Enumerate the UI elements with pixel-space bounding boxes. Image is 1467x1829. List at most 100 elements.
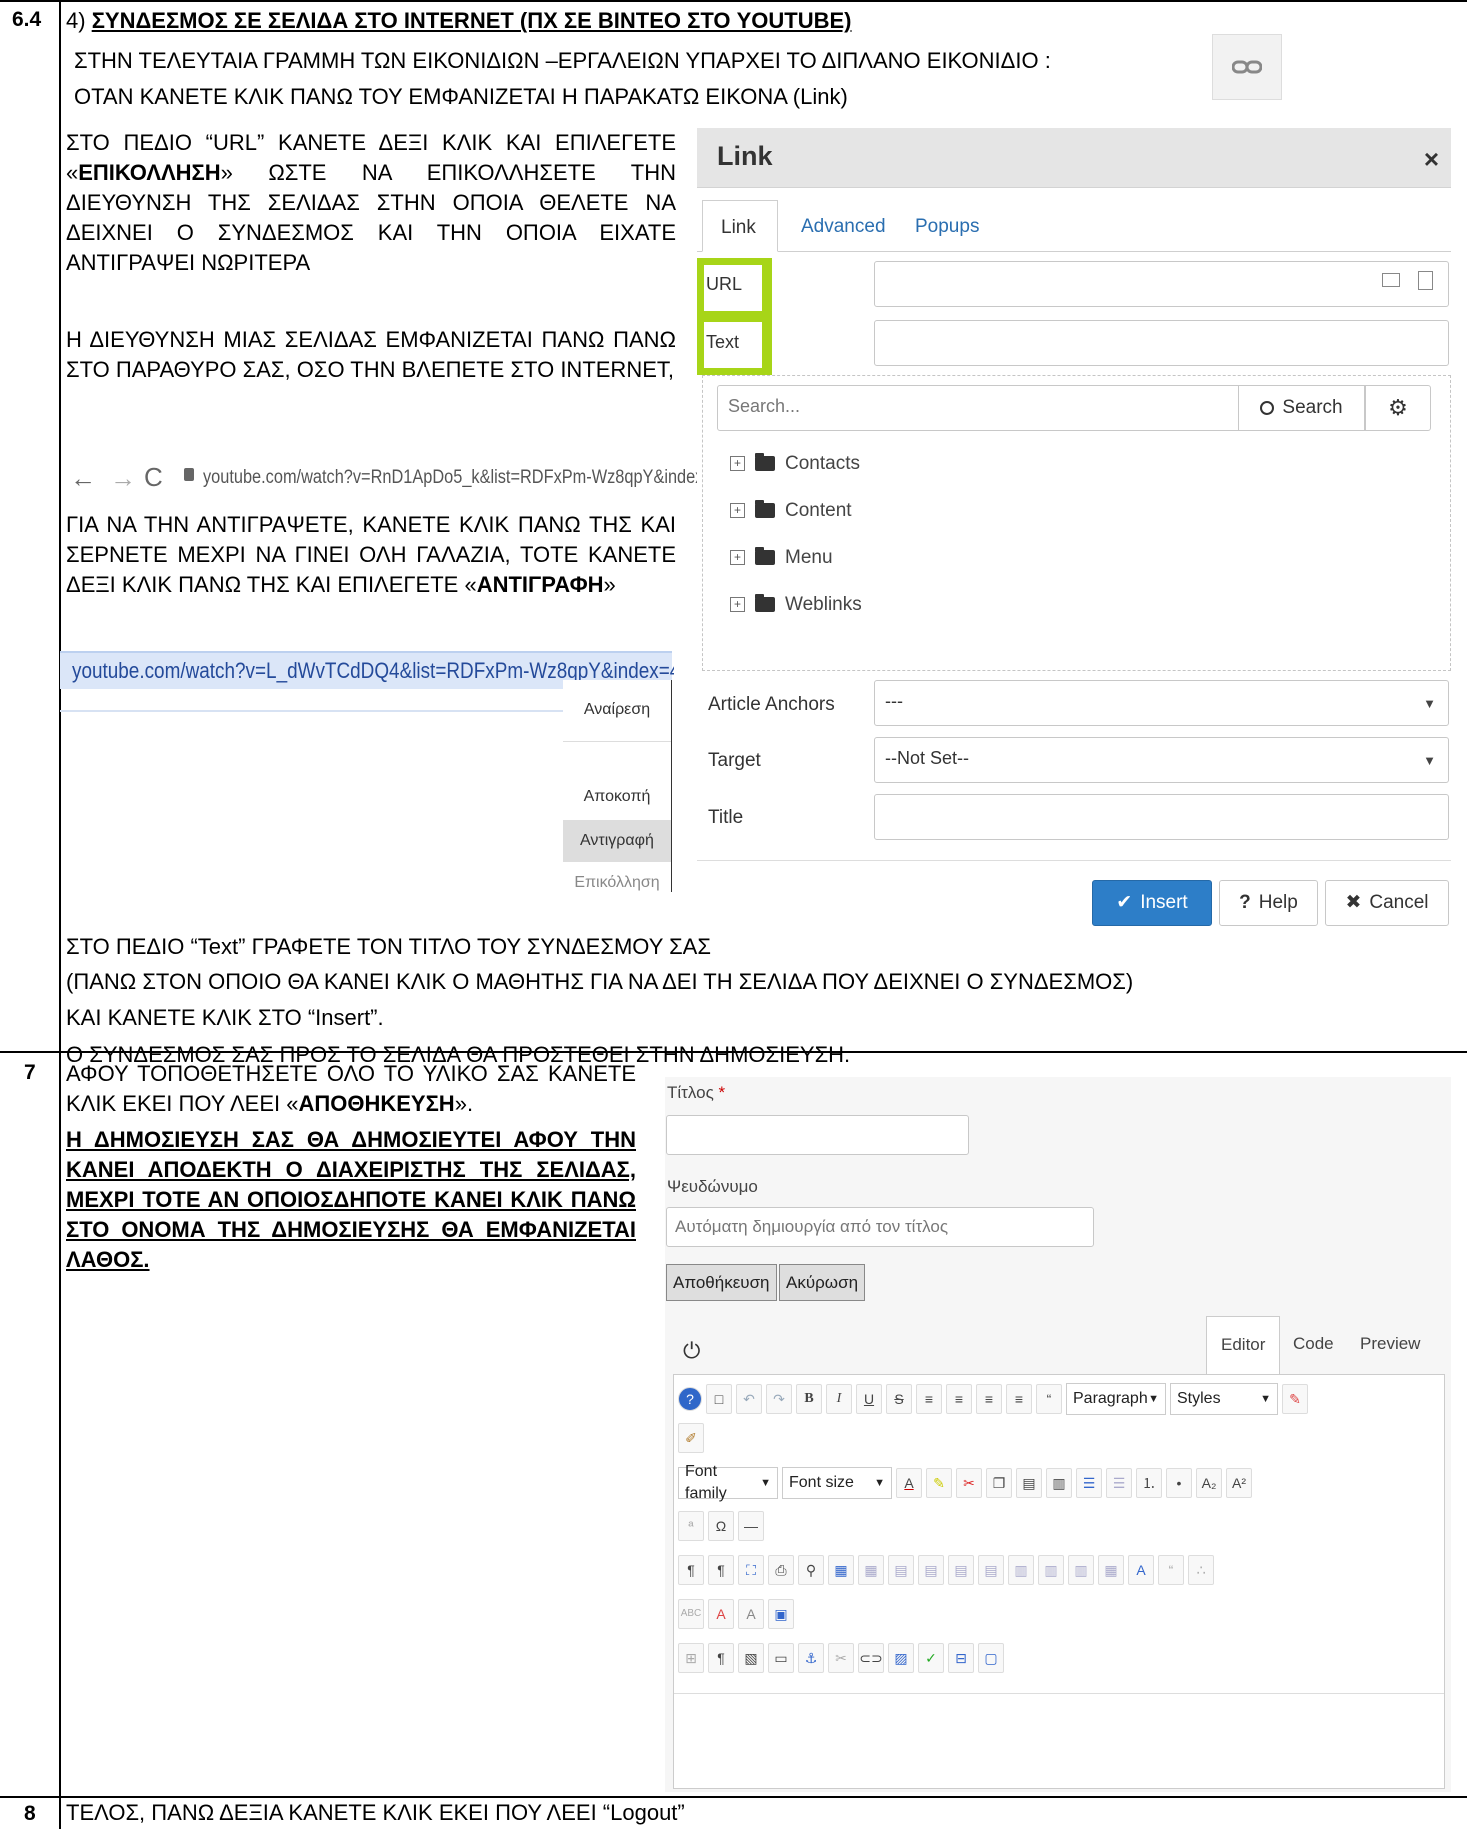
readmore-icon[interactable]: ⊟: [948, 1643, 974, 1673]
align-justify-icon[interactable]: ≡: [916, 1384, 942, 1414]
search-button[interactable]: Search: [1238, 385, 1365, 431]
editor-content-area[interactable]: [674, 1694, 1444, 1788]
alias-input[interactable]: Αυτόματη δημιουργία από τον τίτλος: [666, 1207, 1094, 1247]
ltr-icon[interactable]: ¶: [678, 1555, 704, 1585]
blockquote-icon[interactable]: “: [1036, 1384, 1062, 1414]
omega-icon[interactable]: Ω: [708, 1511, 734, 1541]
cite-icon[interactable]: “: [1158, 1555, 1184, 1585]
acronym-icon[interactable]: ABC: [678, 1599, 704, 1629]
tab-code[interactable]: Code: [1279, 1316, 1348, 1371]
tab-popups[interactable]: Popups: [897, 200, 997, 252]
bullet-list-icon[interactable]: •: [1166, 1468, 1192, 1498]
tab-preview[interactable]: Preview: [1346, 1316, 1434, 1371]
numbered-list-icon[interactable]: ⒈: [1136, 1468, 1162, 1498]
tab-editor[interactable]: Editor: [1206, 1316, 1281, 1376]
mail-icon[interactable]: [1382, 273, 1400, 287]
highlight-icon[interactable]: ✎: [926, 1468, 952, 1498]
cancel-button[interactable]: Ακύρωση: [779, 1264, 866, 1302]
article-icon[interactable]: ▢: [978, 1643, 1004, 1673]
redo-icon[interactable]: ↷: [766, 1384, 792, 1414]
insert-text-icon[interactable]: A: [738, 1599, 764, 1629]
paste-icon[interactable]: ▤: [1016, 1468, 1042, 1498]
url-input[interactable]: [874, 261, 1449, 307]
paragraph-select[interactable]: Paragraph ▼: [1066, 1383, 1166, 1415]
table-split-icon[interactable]: ▦: [1098, 1555, 1124, 1585]
settings-button[interactable]: ⚙: [1365, 385, 1431, 431]
table-cell-icon[interactable]: ▤: [918, 1555, 944, 1585]
target-select[interactable]: --Not Set-- ▼: [874, 737, 1449, 783]
title-input[interactable]: [874, 794, 1449, 840]
spellcheck-icon[interactable]: ✓: [918, 1643, 944, 1673]
text-color-icon[interactable]: A: [896, 1468, 922, 1498]
cleanup-brush-icon[interactable]: ✐: [678, 1423, 704, 1453]
article-anchors-select[interactable]: --- ▼: [874, 680, 1449, 726]
context-menu-item-undo[interactable]: Αναίρεση: [563, 689, 671, 731]
anchor-icon[interactable]: ⚓: [798, 1643, 824, 1673]
font-family-select[interactable]: Font family ▼: [678, 1463, 778, 1502]
table-row-icon[interactable]: ▤: [888, 1555, 914, 1585]
new-document-icon[interactable]: □: [706, 1384, 732, 1414]
character-map-icon[interactable]: ª: [678, 1511, 704, 1541]
context-menu-item-paste[interactable]: Επικόλληση: [563, 862, 671, 904]
table-delete-icon[interactable]: ▤: [978, 1555, 1004, 1585]
outdent-icon[interactable]: ☰: [1106, 1468, 1132, 1498]
tab-link[interactable]: Link: [702, 200, 778, 252]
align-center-icon[interactable]: ≡: [946, 1384, 972, 1414]
table-col-icon[interactable]: ▥: [1008, 1555, 1034, 1585]
paste-text-icon[interactable]: ▥: [1046, 1468, 1072, 1498]
indent-icon[interactable]: ☰: [1076, 1468, 1102, 1498]
eraser-icon[interactable]: ✎: [1282, 1384, 1308, 1414]
styles-select[interactable]: Styles ▼: [1170, 1383, 1278, 1415]
table-insert-icon[interactable]: ▤: [948, 1555, 974, 1585]
show-blocks-icon[interactable]: ¶: [708, 1643, 734, 1673]
style-icon[interactable]: A: [1128, 1555, 1154, 1585]
fullscreen-icon[interactable]: ⛶: [738, 1555, 764, 1585]
cut-icon[interactable]: ✂: [956, 1468, 982, 1498]
underline-icon[interactable]: U: [856, 1384, 882, 1414]
help-icon[interactable]: ?: [678, 1387, 702, 1411]
context-menu-item-copy[interactable]: Αντιγραφή: [563, 820, 671, 862]
visual-aid-icon[interactable]: ⊞: [678, 1643, 704, 1673]
unlink-icon[interactable]: ✂: [828, 1643, 854, 1673]
text-input[interactable]: [874, 320, 1449, 366]
copy-icon[interactable]: ❐: [986, 1468, 1012, 1498]
link-icon[interactable]: ⊂⊃: [858, 1643, 884, 1673]
context-menu-item-cut[interactable]: Αποκοπή: [563, 776, 671, 818]
rtl-icon[interactable]: ¶: [708, 1555, 734, 1585]
table-props-icon[interactable]: ▦: [858, 1555, 884, 1585]
italic-icon[interactable]: I: [826, 1384, 852, 1414]
abbr-icon[interactable]: ∴: [1188, 1555, 1214, 1585]
document-icon[interactable]: [1418, 271, 1433, 290]
power-icon[interactable]: ⏻: [683, 1336, 700, 1366]
undo-icon[interactable]: ↶: [736, 1384, 762, 1414]
search-replace-icon[interactable]: ⚲: [798, 1555, 824, 1585]
attributes-icon[interactable]: ▣: [768, 1599, 794, 1629]
print-icon[interactable]: ⎙: [768, 1555, 794, 1585]
pagebreak-icon[interactable]: ▭: [768, 1643, 794, 1673]
title-input[interactable]: [666, 1115, 969, 1155]
pdf-icon[interactable]: ▧: [738, 1643, 764, 1673]
bold-icon[interactable]: B: [796, 1384, 822, 1414]
delete-text-icon[interactable]: A: [708, 1599, 734, 1629]
subscript-icon[interactable]: A₂: [1196, 1468, 1222, 1498]
strikethrough-icon[interactable]: S: [886, 1384, 912, 1414]
help-button[interactable]: ? Help: [1219, 880, 1318, 926]
close-icon[interactable]: ×: [1424, 142, 1439, 177]
save-button[interactable]: Αποθήκευση: [666, 1264, 777, 1302]
expand-icon[interactable]: +: [730, 503, 745, 519]
tree-item-weblinks[interactable]: + Weblinks: [730, 592, 862, 618]
font-size-select[interactable]: Font size ▼: [782, 1467, 892, 1499]
cancel-button[interactable]: ✖ Cancel: [1325, 880, 1449, 926]
tab-advanced[interactable]: Advanced: [783, 200, 904, 252]
table-merge-icon[interactable]: ▥: [1068, 1555, 1094, 1585]
superscript-icon[interactable]: A²: [1226, 1468, 1252, 1498]
image-icon[interactable]: ▨: [888, 1643, 914, 1673]
expand-icon[interactable]: +: [730, 456, 745, 472]
table-col-insert-icon[interactable]: ▥: [1038, 1555, 1064, 1585]
align-left-icon[interactable]: ≡: [976, 1384, 1002, 1414]
search-input[interactable]: Search...: [717, 385, 1257, 431]
tree-item-content[interactable]: + Content: [730, 498, 852, 524]
tree-item-contacts[interactable]: + Contacts: [730, 451, 860, 477]
insert-button[interactable]: ✔ Insert: [1092, 880, 1212, 926]
tree-item-menu[interactable]: + Menu: [730, 545, 833, 571]
